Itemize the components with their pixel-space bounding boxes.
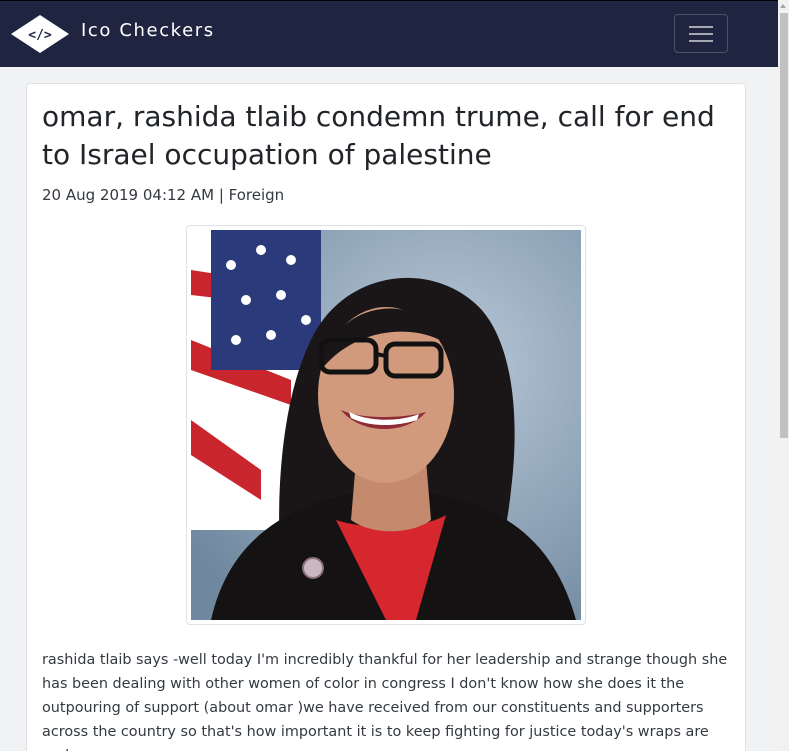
hamburger-menu-icon (689, 40, 713, 42)
article-title: omar, rashida tlaib condemn trume, call … (42, 100, 715, 171)
top-navbar: </> Ico Checkers (0, 0, 778, 67)
scroll-up-arrow-icon[interactable] (778, 0, 789, 13)
diamond-code-logo-icon: </> (11, 15, 69, 53)
article-meta: 20 Aug 2019 04:12 AM | Foreign (42, 186, 285, 204)
svg-text:</>: </> (28, 28, 52, 43)
navbar-toggle-button[interactable] (674, 14, 728, 53)
site-brand-name[interactable]: Ico Checkers (81, 20, 215, 41)
article-card: omar, rashida tlaib condemn trume, call … (26, 83, 746, 751)
article-body: rashida tlaib says -well today I'm incre… (42, 652, 728, 751)
hamburger-menu-icon (689, 26, 713, 28)
article-image-frame (186, 225, 586, 625)
site-logo[interactable]: </> (10, 14, 70, 54)
page-viewport: </> Ico Checkers omar, rashida tlaib con… (0, 0, 778, 751)
page-scrollbar[interactable] (778, 0, 789, 751)
scrollbar-thumb[interactable] (780, 13, 788, 438)
hamburger-menu-icon (689, 33, 713, 35)
portrait-photo (191, 230, 581, 620)
